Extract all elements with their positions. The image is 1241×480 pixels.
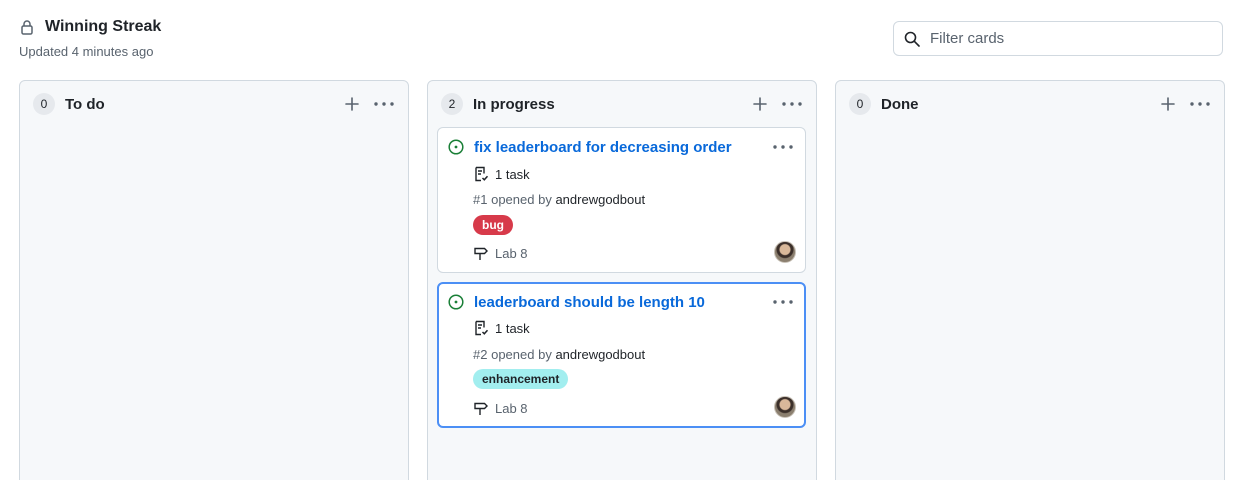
milestone-icon [473,245,489,261]
opened-by-text: opened by [491,346,552,362]
task-count: 1 task [495,320,530,336]
milestone-icon [473,400,489,416]
project-title: Winning Streak [45,18,162,35]
issue-opened-icon [448,294,464,310]
plus-icon [753,97,767,111]
card-count: 0 [33,93,55,115]
card-menu-button[interactable] [771,139,795,155]
filter-cards-field[interactable] [893,21,1223,56]
add-card-button[interactable] [1156,93,1180,115]
add-card-button[interactable] [748,93,772,115]
left-edge [0,0,3,480]
column-title: To do [65,95,105,113]
kebab-icon [1190,102,1210,106]
kebab-icon [782,102,802,106]
project-header: Winning Streak Updated 4 minutes ago [19,16,161,59]
task-progress: 1 task [473,319,530,337]
label-bug[interactable]: bug [473,215,513,235]
label-enhancement[interactable]: enhancement [473,369,569,389]
kebab-icon [773,300,793,304]
issue-meta: #1 opened by andrewgodbout [473,190,645,208]
milestone-name: Lab 8 [495,400,528,416]
issue-author[interactable]: andrewgodbout [555,347,645,362]
task-list-icon [473,320,489,336]
column-menu-button[interactable] [372,93,396,115]
column-to-do: 0 To do [19,80,409,480]
column-header: 0 To do [33,93,396,115]
column-header: 2 In progress [441,93,804,115]
task-count: 1 task [495,166,530,182]
issue-title-link[interactable]: leaderboard should be length 10 [474,294,771,311]
milestone-name: Lab 8 [495,245,528,261]
opened-by-text: opened by [491,191,552,207]
issue-number: #1 [473,191,488,207]
assignee-avatar[interactable] [774,396,796,418]
plus-icon [1161,97,1175,111]
issue-card-selected[interactable]: leaderboard should be length 10 1 task #… [437,282,806,428]
kebab-icon [773,145,793,149]
column-in-progress: 2 In progress fix leaderboard for decrea… [427,80,817,480]
task-list-icon [473,166,489,182]
column-title: Done [881,95,919,113]
issue-meta: #2 opened by andrewgodbout [473,345,645,363]
kebab-icon [374,102,394,106]
issue-title-link[interactable]: fix leaderboard for decreasing order [474,139,771,156]
issue-author[interactable]: andrewgodbout [555,192,645,207]
task-progress: 1 task [473,165,530,183]
milestone[interactable]: Lab 8 [473,399,528,417]
column-header: 0 Done [849,93,1212,115]
card-count: 2 [441,93,463,115]
column-menu-button[interactable] [780,93,804,115]
card-count: 0 [849,93,871,115]
updated-timestamp: Updated 4 minutes ago [19,44,154,59]
plus-icon [345,97,359,111]
filter-cards-input[interactable] [930,30,1210,47]
column-done: 0 Done [835,80,1225,480]
column-menu-button[interactable] [1188,93,1212,115]
add-card-button[interactable] [340,93,364,115]
issue-opened-icon [448,139,464,155]
search-icon [904,31,920,47]
lock-icon [19,19,35,35]
assignee-avatar[interactable] [774,241,796,263]
card-menu-button[interactable] [771,294,795,310]
issue-card[interactable]: fix leaderboard for decreasing order 1 t… [437,127,806,273]
milestone[interactable]: Lab 8 [473,244,528,262]
issue-number: #2 [473,346,488,362]
column-title: In progress [473,95,555,113]
